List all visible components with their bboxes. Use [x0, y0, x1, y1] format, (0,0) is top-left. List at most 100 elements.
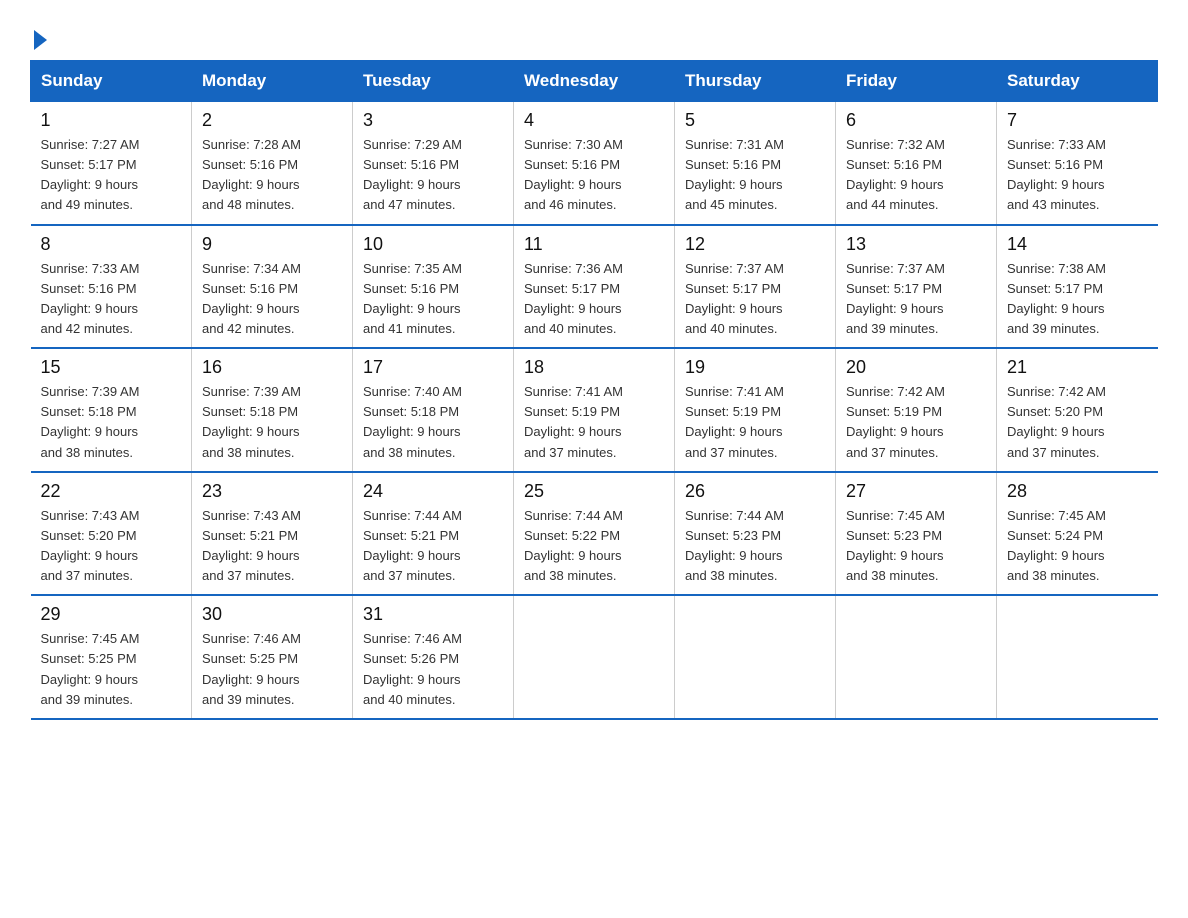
day-number: 1	[41, 110, 182, 131]
day-info: Sunrise: 7:33 AM Sunset: 5:16 PM Dayligh…	[41, 259, 182, 340]
weekday-header-row: Sunday Monday Tuesday Wednesday Thursday…	[31, 61, 1158, 102]
day-cell: 29 Sunrise: 7:45 AM Sunset: 5:25 PM Dayl…	[31, 595, 192, 719]
day-number: 26	[685, 481, 825, 502]
day-cell	[836, 595, 997, 719]
day-cell	[675, 595, 836, 719]
day-info: Sunrise: 7:45 AM Sunset: 5:25 PM Dayligh…	[41, 629, 182, 710]
header-sunday: Sunday	[31, 61, 192, 102]
day-number: 12	[685, 234, 825, 255]
day-number: 19	[685, 357, 825, 378]
day-cell: 3 Sunrise: 7:29 AM Sunset: 5:16 PM Dayli…	[353, 102, 514, 225]
day-info: Sunrise: 7:30 AM Sunset: 5:16 PM Dayligh…	[524, 135, 664, 216]
day-cell: 17 Sunrise: 7:40 AM Sunset: 5:18 PM Dayl…	[353, 348, 514, 472]
header-wednesday: Wednesday	[514, 61, 675, 102]
day-cell: 4 Sunrise: 7:30 AM Sunset: 5:16 PM Dayli…	[514, 102, 675, 225]
day-info: Sunrise: 7:36 AM Sunset: 5:17 PM Dayligh…	[524, 259, 664, 340]
day-info: Sunrise: 7:42 AM Sunset: 5:20 PM Dayligh…	[1007, 382, 1148, 463]
day-number: 28	[1007, 481, 1148, 502]
day-info: Sunrise: 7:39 AM Sunset: 5:18 PM Dayligh…	[41, 382, 182, 463]
day-info: Sunrise: 7:44 AM Sunset: 5:23 PM Dayligh…	[685, 506, 825, 587]
day-info: Sunrise: 7:43 AM Sunset: 5:20 PM Dayligh…	[41, 506, 182, 587]
week-row-5: 29 Sunrise: 7:45 AM Sunset: 5:25 PM Dayl…	[31, 595, 1158, 719]
day-number: 31	[363, 604, 503, 625]
day-number: 25	[524, 481, 664, 502]
calendar-header: Sunday Monday Tuesday Wednesday Thursday…	[31, 61, 1158, 102]
day-cell: 2 Sunrise: 7:28 AM Sunset: 5:16 PM Dayli…	[192, 102, 353, 225]
day-number: 24	[363, 481, 503, 502]
day-cell: 27 Sunrise: 7:45 AM Sunset: 5:23 PM Dayl…	[836, 472, 997, 596]
day-cell: 31 Sunrise: 7:46 AM Sunset: 5:26 PM Dayl…	[353, 595, 514, 719]
header-tuesday: Tuesday	[353, 61, 514, 102]
day-info: Sunrise: 7:41 AM Sunset: 5:19 PM Dayligh…	[685, 382, 825, 463]
day-cell: 16 Sunrise: 7:39 AM Sunset: 5:18 PM Dayl…	[192, 348, 353, 472]
day-cell: 18 Sunrise: 7:41 AM Sunset: 5:19 PM Dayl…	[514, 348, 675, 472]
week-row-4: 22 Sunrise: 7:43 AM Sunset: 5:20 PM Dayl…	[31, 472, 1158, 596]
day-cell: 8 Sunrise: 7:33 AM Sunset: 5:16 PM Dayli…	[31, 225, 192, 349]
day-number: 27	[846, 481, 986, 502]
day-info: Sunrise: 7:46 AM Sunset: 5:26 PM Dayligh…	[363, 629, 503, 710]
day-cell: 30 Sunrise: 7:46 AM Sunset: 5:25 PM Dayl…	[192, 595, 353, 719]
day-info: Sunrise: 7:38 AM Sunset: 5:17 PM Dayligh…	[1007, 259, 1148, 340]
day-info: Sunrise: 7:40 AM Sunset: 5:18 PM Dayligh…	[363, 382, 503, 463]
day-cell: 21 Sunrise: 7:42 AM Sunset: 5:20 PM Dayl…	[997, 348, 1158, 472]
day-cell: 12 Sunrise: 7:37 AM Sunset: 5:17 PM Dayl…	[675, 225, 836, 349]
day-info: Sunrise: 7:44 AM Sunset: 5:22 PM Dayligh…	[524, 506, 664, 587]
day-cell: 22 Sunrise: 7:43 AM Sunset: 5:20 PM Dayl…	[31, 472, 192, 596]
day-number: 15	[41, 357, 182, 378]
day-info: Sunrise: 7:33 AM Sunset: 5:16 PM Dayligh…	[1007, 135, 1148, 216]
header-friday: Friday	[836, 61, 997, 102]
day-cell: 26 Sunrise: 7:44 AM Sunset: 5:23 PM Dayl…	[675, 472, 836, 596]
day-info: Sunrise: 7:29 AM Sunset: 5:16 PM Dayligh…	[363, 135, 503, 216]
logo	[30, 30, 47, 50]
week-row-2: 8 Sunrise: 7:33 AM Sunset: 5:16 PM Dayli…	[31, 225, 1158, 349]
day-info: Sunrise: 7:39 AM Sunset: 5:18 PM Dayligh…	[202, 382, 342, 463]
day-number: 14	[1007, 234, 1148, 255]
day-cell: 24 Sunrise: 7:44 AM Sunset: 5:21 PM Dayl…	[353, 472, 514, 596]
day-info: Sunrise: 7:37 AM Sunset: 5:17 PM Dayligh…	[685, 259, 825, 340]
day-info: Sunrise: 7:42 AM Sunset: 5:19 PM Dayligh…	[846, 382, 986, 463]
day-number: 13	[846, 234, 986, 255]
week-row-3: 15 Sunrise: 7:39 AM Sunset: 5:18 PM Dayl…	[31, 348, 1158, 472]
day-number: 9	[202, 234, 342, 255]
day-cell: 1 Sunrise: 7:27 AM Sunset: 5:17 PM Dayli…	[31, 102, 192, 225]
day-number: 16	[202, 357, 342, 378]
calendar-body: 1 Sunrise: 7:27 AM Sunset: 5:17 PM Dayli…	[31, 102, 1158, 719]
day-number: 21	[1007, 357, 1148, 378]
day-cell: 15 Sunrise: 7:39 AM Sunset: 5:18 PM Dayl…	[31, 348, 192, 472]
day-cell: 6 Sunrise: 7:32 AM Sunset: 5:16 PM Dayli…	[836, 102, 997, 225]
calendar-table: Sunday Monday Tuesday Wednesday Thursday…	[30, 60, 1158, 720]
day-number: 6	[846, 110, 986, 131]
logo-triangle-icon	[34, 30, 47, 50]
day-cell: 5 Sunrise: 7:31 AM Sunset: 5:16 PM Dayli…	[675, 102, 836, 225]
day-cell: 23 Sunrise: 7:43 AM Sunset: 5:21 PM Dayl…	[192, 472, 353, 596]
day-number: 22	[41, 481, 182, 502]
logo-row1	[30, 30, 47, 50]
day-cell: 14 Sunrise: 7:38 AM Sunset: 5:17 PM Dayl…	[997, 225, 1158, 349]
day-info: Sunrise: 7:46 AM Sunset: 5:25 PM Dayligh…	[202, 629, 342, 710]
day-info: Sunrise: 7:32 AM Sunset: 5:16 PM Dayligh…	[846, 135, 986, 216]
day-number: 11	[524, 234, 664, 255]
day-number: 10	[363, 234, 503, 255]
day-number: 18	[524, 357, 664, 378]
header-thursday: Thursday	[675, 61, 836, 102]
day-number: 29	[41, 604, 182, 625]
header-saturday: Saturday	[997, 61, 1158, 102]
day-info: Sunrise: 7:28 AM Sunset: 5:16 PM Dayligh…	[202, 135, 342, 216]
day-info: Sunrise: 7:31 AM Sunset: 5:16 PM Dayligh…	[685, 135, 825, 216]
day-info: Sunrise: 7:34 AM Sunset: 5:16 PM Dayligh…	[202, 259, 342, 340]
day-cell: 7 Sunrise: 7:33 AM Sunset: 5:16 PM Dayli…	[997, 102, 1158, 225]
day-info: Sunrise: 7:43 AM Sunset: 5:21 PM Dayligh…	[202, 506, 342, 587]
day-cell	[997, 595, 1158, 719]
day-number: 3	[363, 110, 503, 131]
day-info: Sunrise: 7:45 AM Sunset: 5:24 PM Dayligh…	[1007, 506, 1148, 587]
day-cell: 20 Sunrise: 7:42 AM Sunset: 5:19 PM Dayl…	[836, 348, 997, 472]
day-number: 17	[363, 357, 503, 378]
day-number: 7	[1007, 110, 1148, 131]
day-cell: 10 Sunrise: 7:35 AM Sunset: 5:16 PM Dayl…	[353, 225, 514, 349]
day-cell: 11 Sunrise: 7:36 AM Sunset: 5:17 PM Dayl…	[514, 225, 675, 349]
day-cell: 28 Sunrise: 7:45 AM Sunset: 5:24 PM Dayl…	[997, 472, 1158, 596]
header-monday: Monday	[192, 61, 353, 102]
week-row-1: 1 Sunrise: 7:27 AM Sunset: 5:17 PM Dayli…	[31, 102, 1158, 225]
day-info: Sunrise: 7:45 AM Sunset: 5:23 PM Dayligh…	[846, 506, 986, 587]
day-info: Sunrise: 7:35 AM Sunset: 5:16 PM Dayligh…	[363, 259, 503, 340]
